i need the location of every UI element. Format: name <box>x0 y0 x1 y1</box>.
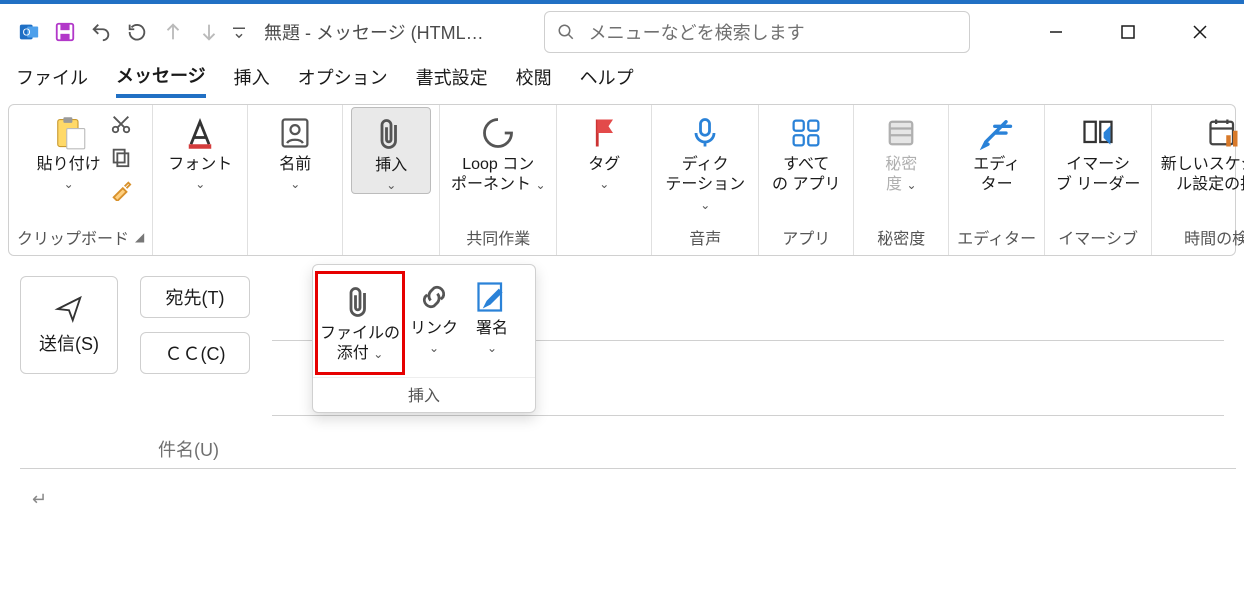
dictation-button[interactable]: ディクテーション ⌄ <box>660 107 750 215</box>
ribbon-group-clipboard: 貼り付け ⌄ クリップボード◢ <box>9 105 153 255</box>
ribbon-group-voice: ディクテーション ⌄ 音声 <box>652 105 759 255</box>
dialog-launcher-icon[interactable]: ◢ <box>135 230 144 244</box>
sensitivity-button: 秘密度 ⌄ <box>862 107 940 195</box>
ribbon-group-collaboration: Loop コンポーネント ⌄ 共同作業 <box>440 105 557 255</box>
undo-button[interactable] <box>86 17 116 47</box>
minimize-button[interactable] <box>1032 12 1080 52</box>
subject-field[interactable] <box>237 438 1224 461</box>
editor-button[interactable]: エディター <box>958 107 1036 195</box>
save-button[interactable] <box>50 17 80 47</box>
ribbon-group-tag: タグ ⌄ <box>557 105 652 255</box>
insert-button[interactable]: 挿入 ⌄ <box>351 107 431 194</box>
attach-file-button[interactable]: ファイルの添付 ⌄ <box>315 271 405 375</box>
tab-review[interactable]: 校閲 <box>516 64 552 96</box>
insert-flyout: ファイルの添付 ⌄ リンク ⌄ 署名 ⌄ 挿入 <box>312 264 536 413</box>
chevron-down-icon: ⌄ <box>64 177 74 192</box>
chevron-down-icon: ⌄ <box>386 178 396 193</box>
outlook-icon: O <box>14 17 44 47</box>
editor-pen-icon <box>979 113 1015 153</box>
ribbon-tabs: ファイル メッセージ 挿入 オプション 書式設定 校閲 ヘルプ <box>0 60 1244 100</box>
window-title: 無題 - メッセージ (HTML… <box>264 19 484 45</box>
prev-item-button[interactable] <box>158 17 188 47</box>
all-apps-button[interactable]: すべての アプリ <box>767 107 845 195</box>
names-button[interactable]: 名前 ⌄ <box>256 107 334 192</box>
to-button[interactable]: 宛先(T) <box>140 276 250 318</box>
cut-button[interactable] <box>110 113 132 140</box>
flyout-group-label: 挿入 <box>313 377 535 412</box>
signature-icon <box>474 277 510 317</box>
apps-grid-icon <box>788 113 824 153</box>
new-schedule-poll-button[interactable]: 新しいスケジュール設定の投票 <box>1160 107 1244 195</box>
tab-insert[interactable]: 挿入 <box>234 64 270 96</box>
ribbon-group-insert: 挿入 ⌄ <box>343 105 440 255</box>
tab-help[interactable]: ヘルプ <box>580 64 634 96</box>
clipboard-mini-buttons <box>108 107 132 206</box>
ribbon-group-sensitivity: 秘密度 ⌄ 秘密度 <box>854 105 949 255</box>
paste-button[interactable]: 貼り付け ⌄ <box>30 107 108 192</box>
chevron-down-icon: ⌄ <box>487 341 497 356</box>
outlook-compose-window: O 無題 - メッセージ (HTML… メニュー <box>0 0 1244 613</box>
titlebar: O 無題 - メッセージ (HTML… メニュー <box>0 4 1244 60</box>
chevron-down-icon: ⌄ <box>290 177 300 192</box>
paperclip-icon <box>342 282 378 322</box>
link-icon <box>416 277 452 317</box>
chevron-down-icon: ⌄ <box>195 177 205 192</box>
search-icon <box>557 23 575 41</box>
clipboard-icon <box>51 113 87 153</box>
chevron-down-icon: ⌄ <box>429 341 439 356</box>
send-button[interactable]: 送信(S) <box>20 276 118 374</box>
link-button[interactable]: リンク ⌄ <box>405 271 463 375</box>
ribbon: 貼り付け ⌄ クリップボード◢ フォント ⌄ <box>8 104 1236 256</box>
flag-icon <box>586 113 622 153</box>
loop-icon <box>480 113 516 153</box>
maximize-button[interactable] <box>1104 12 1152 52</box>
compose-area: 送信(S) 宛先(T) ＣＣ(C) 件名(U) ↵ <box>8 268 1236 605</box>
tag-button[interactable]: タグ ⌄ <box>565 107 643 192</box>
font-button[interactable]: フォント ⌄ <box>161 107 239 192</box>
close-button[interactable] <box>1176 12 1224 52</box>
address-book-icon <box>277 113 313 153</box>
microphone-icon <box>687 113 723 153</box>
signature-button[interactable]: 署名 ⌄ <box>463 271 521 375</box>
send-icon <box>54 294 84 324</box>
immersive-reader-button[interactable]: イマーシブ リーダー <box>1053 107 1143 195</box>
copy-button[interactable] <box>110 146 132 173</box>
search-placeholder: メニューなどを検索します <box>589 19 805 45</box>
ribbon-group-apps: すべての アプリ アプリ <box>759 105 854 255</box>
loop-components-button[interactable]: Loop コンポーネント ⌄ <box>448 107 548 195</box>
tab-options[interactable]: オプション <box>298 64 388 96</box>
subject-label: 件名(U) <box>158 436 219 462</box>
tab-file[interactable]: ファイル <box>16 64 88 96</box>
next-item-button[interactable] <box>194 17 224 47</box>
format-painter-button[interactable] <box>110 179 132 206</box>
cc-button[interactable]: ＣＣ(C) <box>140 332 250 374</box>
ribbon-group-editor: エディター エディター <box>949 105 1045 255</box>
ribbon-group-findtime: 新しいスケジュール設定の投票 時間の検索 <box>1152 105 1244 255</box>
redo-button[interactable] <box>122 17 152 47</box>
qat-customize[interactable] <box>230 17 248 47</box>
svg-text:O: O <box>23 28 31 39</box>
quick-access-toolbar: O 無題 - メッセージ (HTML… <box>0 17 484 47</box>
font-icon <box>182 113 218 153</box>
search-box[interactable]: メニューなどを検索します <box>544 11 970 53</box>
ribbon-group-names: 名前 ⌄ <box>248 105 343 255</box>
book-speaker-icon <box>1080 113 1116 153</box>
ribbon-group-immersive: イマーシブ リーダー イマーシブ <box>1045 105 1152 255</box>
calendar-poll-icon <box>1206 113 1242 153</box>
chevron-down-icon: ⌄ <box>599 177 609 192</box>
paperclip-icon <box>373 114 409 154</box>
tab-format[interactable]: 書式設定 <box>416 64 488 96</box>
message-body[interactable]: ↵ <box>8 469 1236 605</box>
sensitivity-icon <box>883 113 919 153</box>
ribbon-group-font: フォント ⌄ <box>153 105 248 255</box>
tab-message[interactable]: メッセージ <box>116 62 206 98</box>
